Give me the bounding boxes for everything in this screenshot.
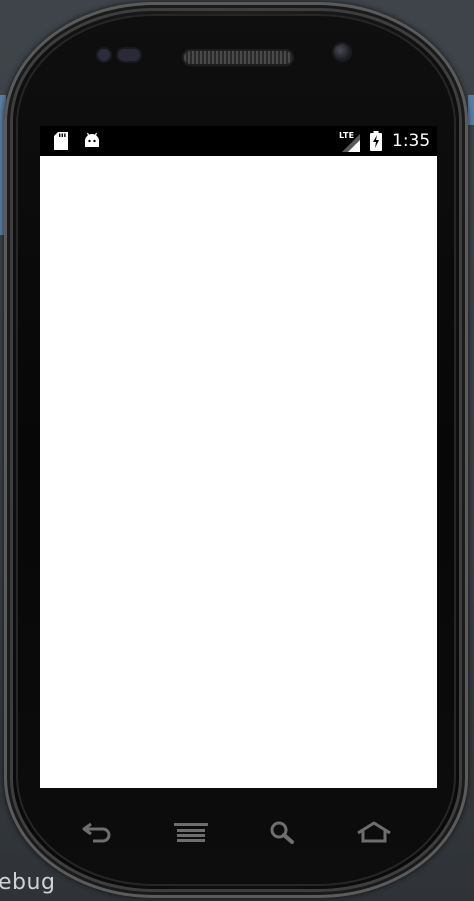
app-content-area[interactable] <box>40 156 437 788</box>
search-button[interactable] <box>260 815 304 849</box>
earpiece-speaker <box>184 51 292 64</box>
back-button[interactable] <box>75 815 119 849</box>
menu-icon <box>174 823 208 842</box>
status-clock: 1:35 <box>392 131 431 151</box>
battery-charging-icon <box>370 131 382 151</box>
menu-button[interactable] <box>169 815 213 849</box>
sd-card-icon <box>54 132 68 150</box>
back-arrow-icon <box>82 822 111 843</box>
home-button[interactable] <box>352 815 396 849</box>
android-debug-icon <box>85 132 99 147</box>
search-icon <box>270 821 294 844</box>
proximity-sensor <box>98 49 110 61</box>
signal-icon <box>342 134 360 152</box>
home-icon <box>357 821 391 843</box>
front-camera <box>334 44 350 60</box>
light-sensor <box>118 49 140 61</box>
ide-debug-label: ebug <box>0 870 56 895</box>
device-screen[interactable]: LTE 1:35 <box>40 126 437 788</box>
status-bar[interactable]: LTE 1:35 <box>40 126 437 156</box>
ide-panel-edge-right <box>468 95 474 125</box>
